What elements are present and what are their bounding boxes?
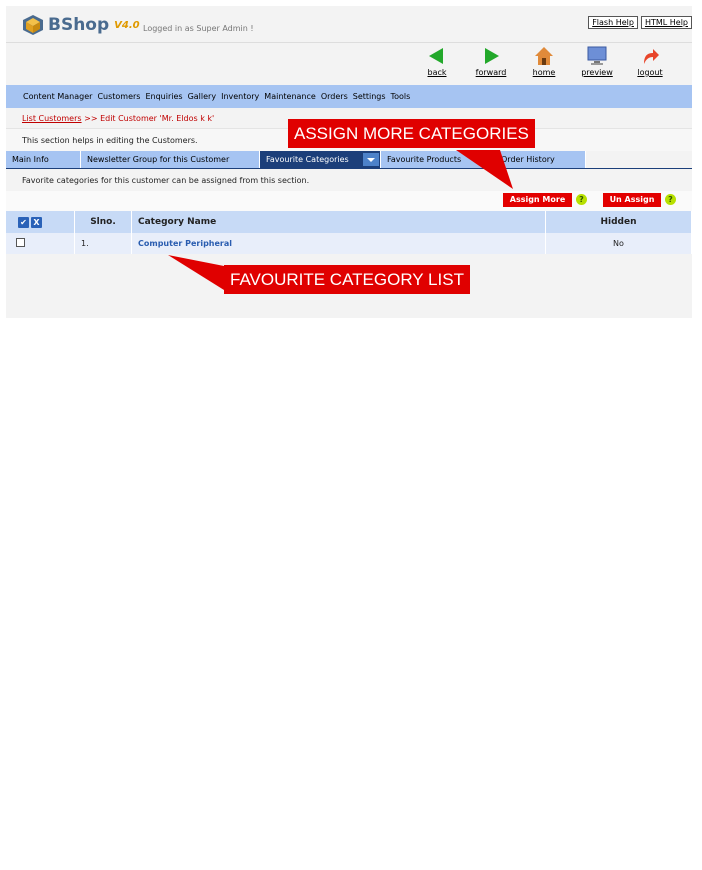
category-name-header: Category Name xyxy=(131,211,546,233)
chevron-down-icon[interactable] xyxy=(363,153,379,166)
info-text: Favorite categories for this customer ca… xyxy=(22,176,310,185)
menu-item-maintenance[interactable]: Maintenance xyxy=(264,92,316,101)
menu-item-content-manager[interactable]: Content Manager xyxy=(23,92,92,101)
tab-label: Favourite Categories xyxy=(266,155,349,164)
logged-in-text: Logged in as Super Admin ! xyxy=(143,24,254,33)
logout-arrow-icon xyxy=(644,49,659,64)
tab-newsletter-group[interactable]: Newsletter Group for this Customer xyxy=(81,151,260,168)
select-column-header: ✔ X xyxy=(6,211,75,233)
menu-item-tools[interactable]: Tools xyxy=(391,92,411,101)
tab-main-info[interactable]: Main Info xyxy=(6,151,81,168)
row-checkbox-cell xyxy=(6,233,75,254)
tab-label: Newsletter Group for this Customer xyxy=(87,155,230,164)
app-name: BShop xyxy=(48,15,110,35)
menu-item-orders[interactable]: Orders xyxy=(321,92,348,101)
actions-bar: Assign More ? Un Assign ? xyxy=(6,191,692,211)
nav-toolbar: back forward home preview logout xyxy=(6,46,692,84)
app-version: V4.0 xyxy=(114,19,140,31)
un-assign-button[interactable]: Un Assign xyxy=(603,193,661,207)
tab-favourite-categories[interactable]: Favourite Categories xyxy=(260,151,381,168)
header-divider xyxy=(6,42,692,43)
breadcrumb-separator: >> xyxy=(84,114,98,123)
flash-help-link[interactable]: Flash Help xyxy=(588,16,638,29)
table-row: 1. Computer Peripheral No xyxy=(6,233,692,254)
tab-label: Order History xyxy=(501,155,555,164)
hidden-header: Hidden xyxy=(545,211,692,233)
assign-more-callout: ASSIGN MORE CATEGORIES xyxy=(288,119,535,148)
forward-arrow-icon xyxy=(485,48,499,64)
back-label: back xyxy=(427,68,447,77)
logout-button[interactable]: logout xyxy=(630,46,670,77)
uncheck-all-icon[interactable]: X xyxy=(31,216,42,228)
preview-label: preview xyxy=(581,68,613,77)
category-link[interactable]: Computer Peripheral xyxy=(138,239,232,248)
tab-label: Favourite Products xyxy=(387,155,462,164)
main-menu: Content Manager Customers Enquiries Gall… xyxy=(6,85,692,108)
menu-item-enquiries[interactable]: Enquiries xyxy=(145,92,182,101)
monitor-preview-icon xyxy=(587,46,607,65)
menu-item-inventory[interactable]: Inventory xyxy=(221,92,259,101)
tab-favourite-products[interactable]: Favourite Products xyxy=(381,151,495,168)
breadcrumb-list-customers[interactable]: List Customers xyxy=(22,114,82,123)
home-label: home xyxy=(532,68,556,77)
section-help-text: This section helps in editing the Custom… xyxy=(22,136,198,145)
home-icon xyxy=(535,47,553,65)
breadcrumb-current: Edit Customer 'Mr. Eldos k k' xyxy=(100,114,215,123)
preview-button[interactable]: preview xyxy=(577,46,617,77)
info-bar: Favorite categories for this customer ca… xyxy=(6,169,692,191)
category-table: ✔ X Slno. Category Name Hidden 1. Compute… xyxy=(6,211,692,254)
logo: BShop V4.0 xyxy=(22,12,140,38)
back-arrow-icon xyxy=(429,48,443,64)
menu-item-settings[interactable]: Settings xyxy=(353,92,386,101)
check-all-icon[interactable]: ✔ xyxy=(18,216,29,228)
logout-label: logout xyxy=(637,68,663,77)
cube-logo-icon xyxy=(23,15,43,35)
slno-header: Slno. xyxy=(74,211,132,233)
tab-order-history[interactable]: Order History xyxy=(495,151,586,168)
breadcrumb: List Customers >> Edit Customer 'Mr. Eld… xyxy=(22,114,214,123)
table-header-row: ✔ X Slno. Category Name Hidden xyxy=(6,211,692,233)
menu-item-customers[interactable]: Customers xyxy=(97,92,140,101)
row-checkbox[interactable] xyxy=(16,238,25,247)
help-question-icon[interactable]: ? xyxy=(576,194,587,205)
html-help-link[interactable]: HTML Help xyxy=(640,16,692,29)
forward-button[interactable]: forward xyxy=(471,46,511,77)
forward-label: forward xyxy=(475,68,507,77)
menu-item-gallery[interactable]: Gallery xyxy=(188,92,217,101)
row-slno: 1. xyxy=(74,233,132,254)
tab-bar: Main Info Newsletter Group for this Cust… xyxy=(6,151,586,168)
row-category-cell: Computer Peripheral xyxy=(131,233,546,254)
row-hidden: No xyxy=(545,233,692,254)
help-links: Flash Help HTML Help xyxy=(588,16,692,29)
tab-label: Main Info xyxy=(12,155,49,164)
help-question-icon[interactable]: ? xyxy=(665,194,676,205)
assign-more-button[interactable]: Assign More xyxy=(503,193,572,207)
home-button[interactable]: home xyxy=(524,46,564,77)
favourite-list-callout: FAVOURITE CATEGORY LIST xyxy=(224,265,470,294)
back-button[interactable]: back xyxy=(417,46,457,77)
